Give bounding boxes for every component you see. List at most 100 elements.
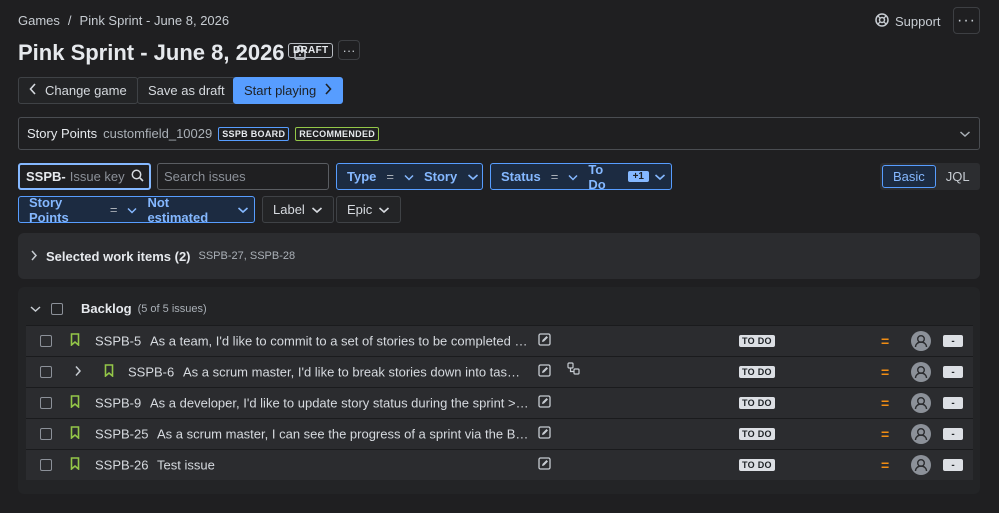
type-filter-op: = xyxy=(386,169,394,184)
change-game-label: Change game xyxy=(45,83,127,98)
table-row[interactable]: SSPB-26 Test issue TO DO = - xyxy=(26,449,973,480)
issue-summary[interactable]: As a developer, I'd like to update story… xyxy=(150,396,530,411)
status-filter-value: To Do xyxy=(588,161,606,192)
issue-key-input[interactable]: Issue key xyxy=(70,169,125,184)
avatar[interactable] xyxy=(911,393,931,413)
status-filter-name: Status xyxy=(501,169,541,184)
backlog-panel: Backlog (5 of 5 issues) SSPB-5 As a team… xyxy=(18,287,980,494)
story-points-badge[interactable]: - xyxy=(943,397,963,409)
breadcrumb-games-link[interactable]: Games xyxy=(18,13,60,28)
start-playing-button[interactable]: Start playing xyxy=(233,77,344,104)
status-badge[interactable]: TO DO xyxy=(739,428,775,440)
issue-summary[interactable]: As a team, I'd like to commit to a set o… xyxy=(150,334,530,349)
lifebuoy-icon xyxy=(875,13,889,30)
status-badge[interactable]: TO DO xyxy=(739,397,775,409)
selected-items-keys: SSPB-27, SSPB-28 xyxy=(198,250,296,262)
change-game-button[interactable]: Change game xyxy=(18,77,138,104)
issue-key-filter[interactable]: SSPB- Issue key xyxy=(18,163,151,190)
chevron-right-icon xyxy=(324,83,332,98)
row-checkbox[interactable] xyxy=(40,459,52,471)
chevron-down-icon xyxy=(399,169,419,184)
status-badge[interactable]: TO DO xyxy=(739,366,775,378)
epic-filter[interactable]: Epic xyxy=(336,196,402,223)
chevron-right-icon[interactable] xyxy=(74,365,82,380)
story-points-badge[interactable]: - xyxy=(943,428,963,440)
issue-key[interactable]: SSPB-26 xyxy=(95,458,148,473)
table-row[interactable]: SSPB-6 As a scrum master, I'd like to br… xyxy=(26,356,973,387)
search-icon xyxy=(131,169,149,185)
issue-key[interactable]: SSPB-5 xyxy=(95,334,141,349)
breadcrumb-separator: / xyxy=(67,13,72,28)
row-checkbox[interactable] xyxy=(40,428,52,440)
save-draft-button[interactable]: Save as draft xyxy=(137,77,236,104)
subtask-icon xyxy=(567,362,580,378)
issue-key[interactable]: SSPB-6 xyxy=(128,365,174,380)
bookmark-icon xyxy=(70,395,80,411)
jql-mode-button[interactable]: JQL xyxy=(936,165,980,188)
status-badge[interactable]: TO DO xyxy=(739,335,775,347)
save-draft-label: Save as draft xyxy=(148,83,225,98)
backlog-header: Backlog (5 of 5 issues) xyxy=(30,301,207,316)
selected-items-panel[interactable]: Selected work items (2) SSPB-27, SSPB-28 xyxy=(18,233,980,279)
priority-medium-icon: = xyxy=(881,457,890,473)
epic-filter-label: Epic xyxy=(347,202,373,217)
issue-key-prefix: SSPB- xyxy=(26,169,66,184)
row-checkbox[interactable] xyxy=(40,335,52,347)
edit-icon[interactable] xyxy=(538,333,551,349)
selected-items-label: Selected work items (2) xyxy=(46,248,191,264)
search-input[interactable]: Search issues xyxy=(157,163,329,190)
issue-summary[interactable]: As a scrum master, I can see the progres… xyxy=(157,427,530,442)
bookmark-icon xyxy=(104,364,114,380)
more-actions-button[interactable]: ··· xyxy=(953,7,980,34)
estimation-field-select[interactable]: Story Points customfield_10029 SSPB BOAR… xyxy=(18,117,980,150)
basic-mode-button[interactable]: Basic xyxy=(882,165,936,188)
issue-summary[interactable]: Test issue xyxy=(157,458,530,473)
priority-medium-icon: = xyxy=(881,426,890,442)
story-points-badge[interactable]: - xyxy=(943,335,963,347)
edit-icon[interactable] xyxy=(538,426,551,442)
backlog-select-all-checkbox[interactable] xyxy=(51,302,63,315)
breadcrumb-current[interactable]: Pink Sprint - June 8, 2026 xyxy=(80,13,230,28)
chevron-down-icon[interactable] xyxy=(30,301,41,316)
story-points-badge[interactable]: - xyxy=(943,366,963,378)
avatar[interactable] xyxy=(911,362,931,382)
label-filter[interactable]: Label xyxy=(262,196,334,223)
edit-icon[interactable] xyxy=(538,364,551,380)
recommended-badge: RECOMMENDED xyxy=(295,126,380,141)
avatar[interactable] xyxy=(911,455,931,475)
row-checkbox[interactable] xyxy=(40,397,52,409)
edit-icon[interactable] xyxy=(538,395,551,411)
backlog-count: (5 of 5 issues) xyxy=(137,302,207,315)
title-more-button[interactable]: ··· xyxy=(338,40,360,60)
issue-key[interactable]: SSPB-9 xyxy=(95,396,141,411)
table-row[interactable]: SSPB-5 As a team, I'd like to commit to … xyxy=(26,325,973,356)
edit-icon[interactable] xyxy=(538,457,551,473)
bookmark-icon xyxy=(70,457,80,473)
page-title: Pink Sprint - June 8, 2026 xyxy=(18,40,307,66)
chevron-down-icon xyxy=(232,202,254,217)
bookmark-icon xyxy=(70,426,80,442)
avatar[interactable] xyxy=(911,331,931,351)
search-placeholder: Search issues xyxy=(164,169,246,184)
bookmark-icon xyxy=(70,333,80,349)
status-extra-badge: +1 xyxy=(627,171,649,182)
status-badge[interactable]: TO DO xyxy=(739,459,775,471)
draft-badge: DRAFT xyxy=(288,43,334,58)
table-row[interactable]: SSPB-25 As a scrum master, I can see the… xyxy=(26,418,973,449)
issue-summary[interactable]: As a scrum master, I'd like to break sto… xyxy=(183,365,526,380)
query-mode-toggle: Basic JQL xyxy=(880,163,980,190)
chevron-left-icon xyxy=(29,83,37,98)
field-label: Story Points xyxy=(27,126,98,141)
type-filter[interactable]: Type = Story xyxy=(336,163,483,190)
row-checkbox[interactable] xyxy=(40,366,52,378)
story-points-filter[interactable]: Story Points = Not estimated xyxy=(18,195,255,225)
chevron-down-icon xyxy=(122,202,142,217)
chevron-right-icon[interactable] xyxy=(30,249,38,264)
support-button[interactable]: Support xyxy=(875,13,941,30)
table-row[interactable]: SSPB-9 As a developer, I'd like to updat… xyxy=(26,387,973,418)
issue-key[interactable]: SSPB-25 xyxy=(95,427,148,442)
story-points-badge[interactable]: - xyxy=(943,459,963,471)
type-filter-name: Type xyxy=(347,169,377,184)
status-filter[interactable]: Status = To Do +1 xyxy=(490,161,672,192)
avatar[interactable] xyxy=(911,424,931,444)
